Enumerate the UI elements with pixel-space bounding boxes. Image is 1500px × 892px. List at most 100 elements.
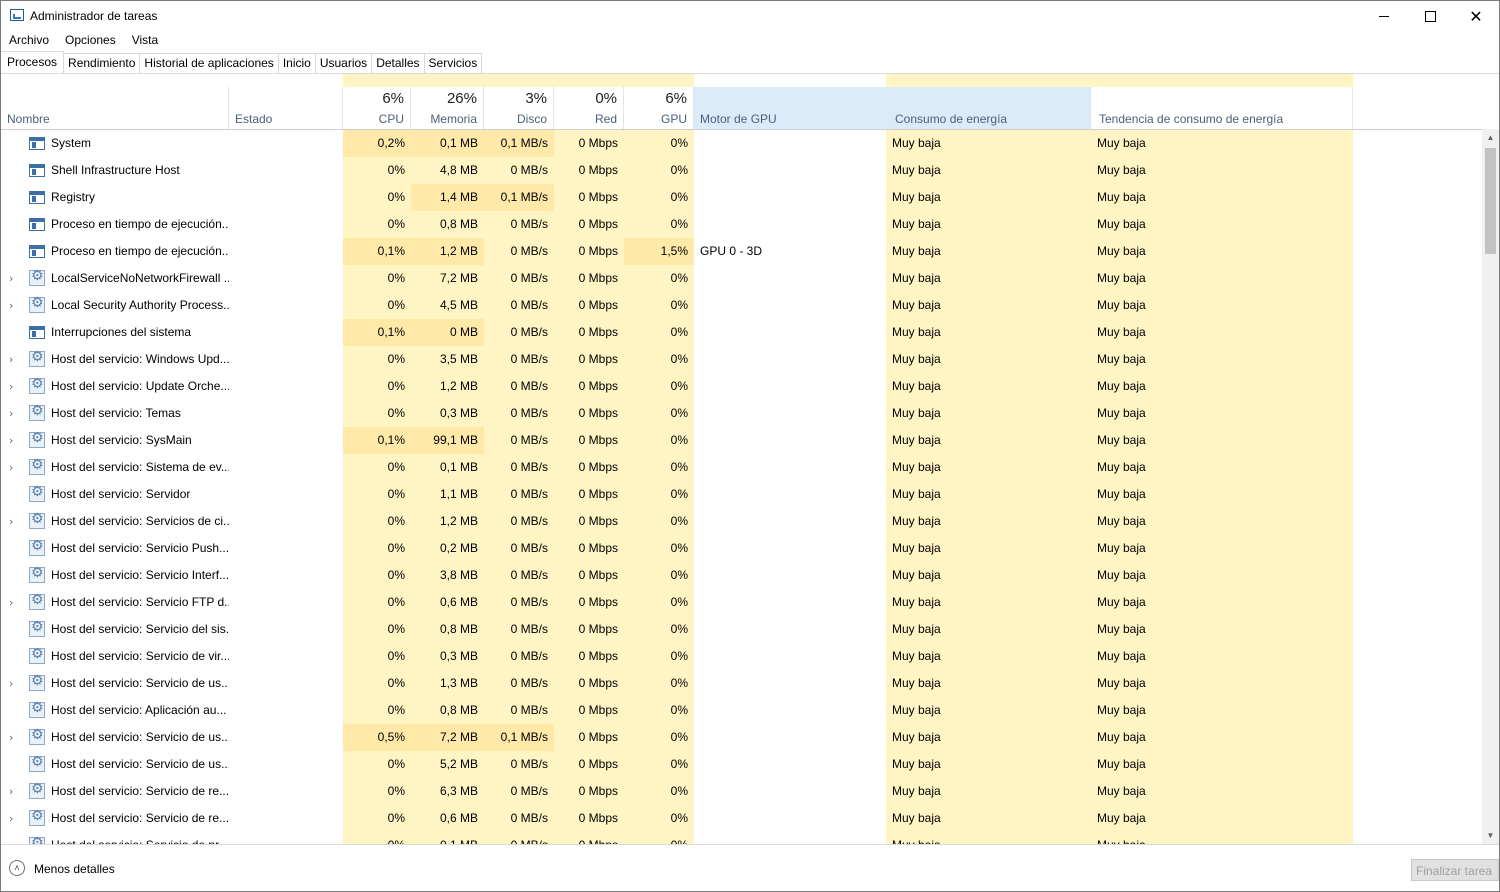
- table-row[interactable]: Host del servicio: Servicio de vir... 0% 0…: [1, 643, 1483, 670]
- table-row[interactable]: Registry 0% 1,4 MB 0,1 MB/s 0 Mbps 0% Muy baja…: [1, 184, 1483, 211]
- table-row[interactable]: Host del servicio: Servicio de us... 0% 5,…: [1, 751, 1483, 778]
- close-button[interactable]: ✕: [1453, 1, 1499, 31]
- table-row[interactable]: System 0,2% 0,1 MB 0,1 MB/s 0 Mbps 0% Muy baja…: [1, 130, 1483, 157]
- power-cell: Muy baja: [892, 406, 941, 420]
- table-row[interactable]: ›Host del servicio: Servicio de re...0%6…: [1, 778, 1483, 805]
- table-row[interactable]: ›Host del servicio: Temas0%0,3 MB0 MB/s0…: [1, 400, 1483, 427]
- process-table: Nombre Estado 6% CPU 26% Memoria 3% Disc…: [1, 74, 1499, 844]
- table-row[interactable]: Shell Infrastructure Host 0% 4,8 MB 0 MB/s 0…: [1, 157, 1483, 184]
- disk-cell: 0 MB/s: [484, 832, 554, 844]
- table-row[interactable]: ›Host del servicio: Servicio de us...0,5…: [1, 724, 1483, 751]
- cpu-cell: 0%: [387, 514, 405, 528]
- table-row[interactable]: ›Host del servicio: Servicio de re...0%0…: [1, 805, 1483, 832]
- end-task-button[interactable]: Finalizar tarea: [1411, 859, 1499, 881]
- power-cell: Muy baja: [892, 433, 941, 447]
- table-row[interactable]: Interrupciones del sistema 0,1% 0 MB 0 MB/s…: [1, 319, 1483, 346]
- minimize-button[interactable]: [1361, 1, 1407, 31]
- memory-cell: 0,3 MB: [439, 649, 478, 663]
- table-header: Nombre Estado 6% CPU 26% Memoria 3% Disc…: [1, 87, 1499, 130]
- power-cell: Muy baja: [892, 784, 941, 798]
- cpu-cell: 0%: [387, 703, 405, 717]
- header-gpu[interactable]: 6% GPU: [624, 87, 694, 129]
- header-nombre[interactable]: Nombre: [1, 87, 229, 129]
- gpu-cell: 0%: [670, 514, 688, 528]
- process-name: Host del servicio: Servicio de us...: [51, 730, 229, 744]
- tab-detalles[interactable]: Detalles: [371, 53, 425, 74]
- scroll-up-arrow-icon[interactable]: ▲: [1482, 129, 1499, 146]
- maximize-button[interactable]: [1407, 1, 1453, 31]
- table-row[interactable]: Host del servicio: Servicio del sis... 0%…: [1, 616, 1483, 643]
- power-cell: Muy baja: [892, 487, 941, 501]
- memory-cell: 7,2 MB: [439, 271, 478, 285]
- table-row[interactable]: Host del servicio: Aplicación au... 0% 0,8…: [1, 697, 1483, 724]
- scroll-thumb[interactable]: [1485, 148, 1496, 254]
- header-estado-label: Estado: [235, 112, 273, 126]
- tab-usuarios[interactable]: Usuarios: [314, 53, 373, 74]
- gpu-engine-cell: [694, 643, 886, 670]
- table-row[interactable]: ›LocalServiceNoNetworkFirewall ...0%7,2 …: [1, 265, 1483, 292]
- vertical-scrollbar[interactable]: ▲ ▼: [1482, 129, 1499, 844]
- table-row[interactable]: Host del servicio: Servicio Push... 0% 0,2…: [1, 535, 1483, 562]
- table-row[interactable]: ›Local Security Authority Process...0%4,…: [1, 292, 1483, 319]
- table-row[interactable]: ›Host del servicio: Sistema de ev...0%0,…: [1, 454, 1483, 481]
- cpu-cell: 0,1%: [343, 319, 411, 346]
- memory-cell: 1,4 MB: [411, 184, 484, 211]
- table-row[interactable]: Host del servicio: Servidor 0% 1,1 MB 0 MB/…: [1, 481, 1483, 508]
- process-name: Host del servicio: Servicio de pr...: [1, 832, 229, 844]
- header-motor-gpu[interactable]: Motor de GPU: [694, 87, 886, 129]
- network-cell: 0 Mbps: [578, 703, 618, 717]
- header-estado[interactable]: Estado: [229, 87, 343, 129]
- chevron-up-icon[interactable]: ˄: [9, 860, 25, 876]
- memory-cell: 6,3 MB: [439, 784, 478, 798]
- menu-opciones[interactable]: Opciones: [57, 32, 124, 50]
- scroll-down-arrow-icon[interactable]: ▼: [1482, 827, 1499, 844]
- table-row[interactable]: Proceso en tiempo de ejecución... 0% 0,8 M…: [1, 211, 1483, 238]
- table-row[interactable]: Host del servicio: Servicio de pr...0%0,…: [1, 832, 1483, 844]
- table-row[interactable]: ›Host del servicio: Servicio de us...0%1…: [1, 670, 1483, 697]
- table-row[interactable]: ›Host del servicio: Servicios de ci...0%…: [1, 508, 1483, 535]
- tab-rendimiento[interactable]: Rendimiento: [63, 53, 141, 74]
- menu-vista[interactable]: Vista: [124, 32, 166, 50]
- table-row[interactable]: ›Host del servicio: Update Orche...0%1,2…: [1, 373, 1483, 400]
- table-row[interactable]: ›Host del servicio: Servicio FTP d...0%0…: [1, 589, 1483, 616]
- gpu-engine-cell: [694, 400, 886, 427]
- table-row[interactable]: ›Host del servicio: Windows Upd...0%3,5 …: [1, 346, 1483, 373]
- less-details-link[interactable]: Menos detalles: [34, 862, 115, 876]
- table-row[interactable]: ›Host del servicio: SysMain0,1%99,1 MB0 …: [1, 427, 1483, 454]
- table-row[interactable]: Host del servicio: Servicio Interf... 0% 3…: [1, 562, 1483, 589]
- gpu-cell: 0%: [670, 757, 688, 771]
- gpu-cell: 0%: [670, 379, 688, 393]
- title-bar[interactable]: Administrador de tareas ✕: [1, 1, 1499, 31]
- tab-historial[interactable]: Historial de aplicaciones: [139, 53, 279, 74]
- header-red-label: Red: [594, 112, 617, 126]
- tab-procesos[interactable]: Procesos: [1, 51, 65, 74]
- menu-archivo[interactable]: Archivo: [1, 32, 57, 50]
- disk-cell: 0 MB/s: [510, 514, 548, 528]
- task-manager-icon: [10, 9, 24, 21]
- header-consumo[interactable]: Consumo de energía: [886, 87, 1091, 129]
- gpu-cell: 0%: [670, 163, 688, 177]
- header-disco[interactable]: 3% Disco: [484, 87, 554, 129]
- cpu-cell: 0,5%: [343, 724, 411, 751]
- header-memoria[interactable]: 26% Memoria: [411, 87, 484, 129]
- gpu-cell: 0%: [670, 703, 688, 717]
- trend-cell: Muy baja: [1097, 541, 1146, 555]
- process-name: Host del servicio: Servicio de us...: [51, 757, 229, 771]
- process-rows: System 0,2% 0,1 MB 0,1 MB/s 0 Mbps 0% Muy baja…: [1, 130, 1483, 844]
- header-red[interactable]: 0% Red: [554, 87, 624, 129]
- tab-servicios[interactable]: Servicios: [423, 53, 483, 74]
- cpu-cell: 0,2%: [343, 130, 411, 157]
- network-cell: 0 Mbps: [578, 568, 618, 582]
- memory-cell: 1,2 MB: [411, 238, 484, 265]
- header-cpu[interactable]: 6% CPU: [343, 87, 411, 129]
- header-tendencia[interactable]: Tendencia de consumo de energía: [1091, 87, 1353, 129]
- trend-cell: Muy baja: [1097, 298, 1146, 312]
- table-row[interactable]: Proceso en tiempo de ejecución... 0,1% 1,2…: [1, 238, 1483, 265]
- memory-cell: 0,6 MB: [439, 811, 478, 825]
- memory-cell: 0,1 MB: [439, 460, 478, 474]
- cpu-cell: 0,1%: [343, 427, 411, 454]
- power-cell: Muy baja: [892, 298, 941, 312]
- tab-inicio[interactable]: Inicio: [277, 53, 316, 74]
- trend-cell: Muy baja: [1097, 568, 1146, 582]
- process-name: Host del servicio: Servicio FTP d...: [51, 595, 229, 609]
